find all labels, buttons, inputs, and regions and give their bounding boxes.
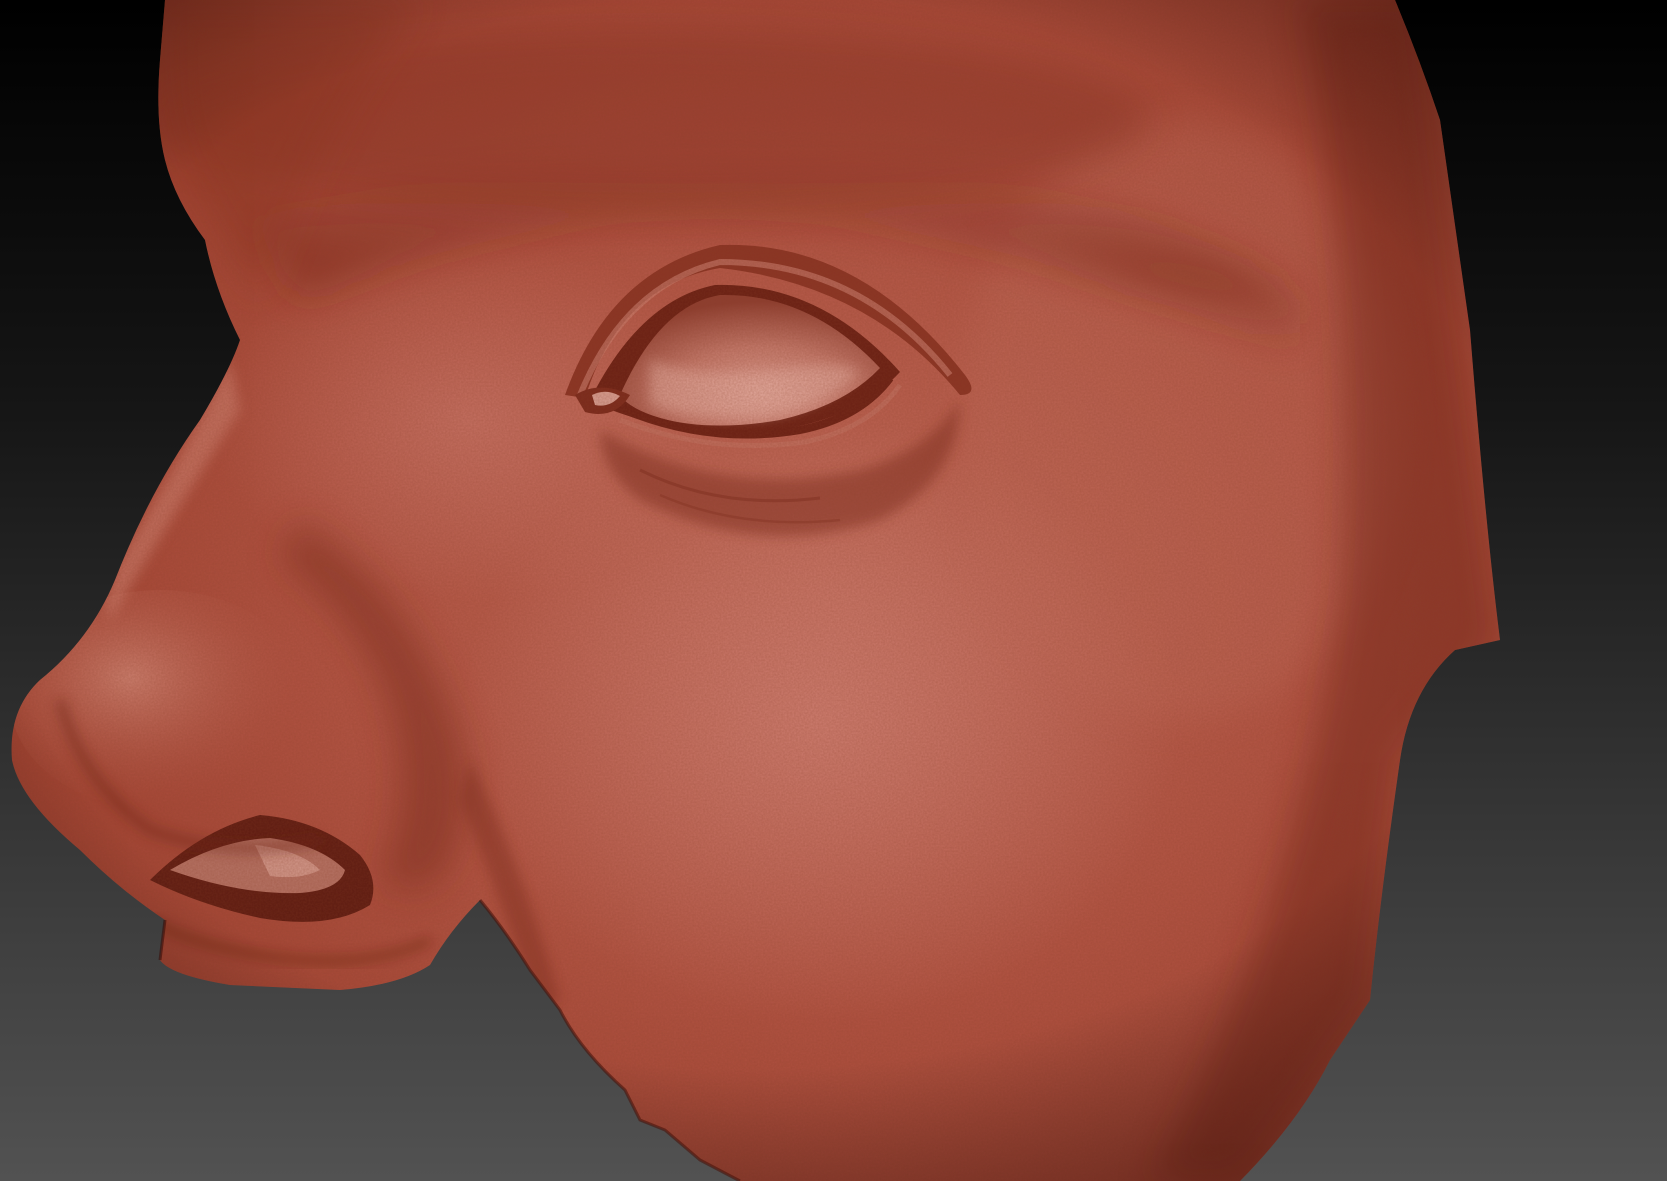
viewport-canvas <box>0 0 1667 1181</box>
sculpt-viewport[interactable] <box>0 0 1667 1181</box>
